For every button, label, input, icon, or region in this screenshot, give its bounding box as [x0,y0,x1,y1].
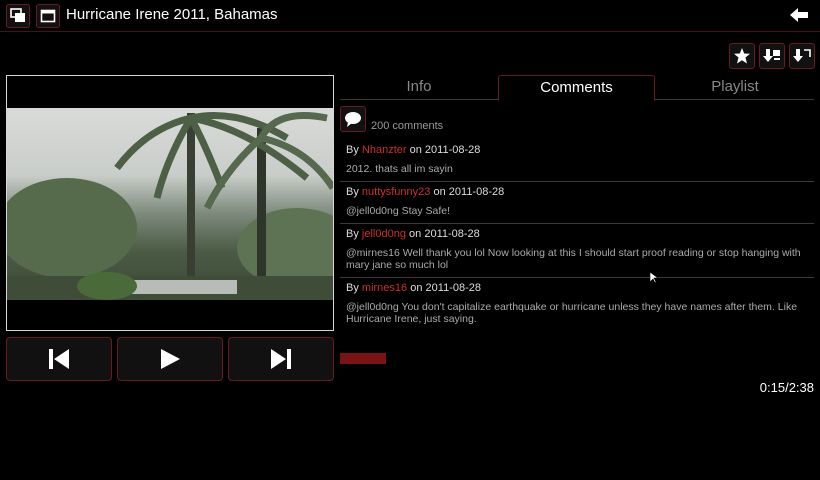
by-label: By [346,144,359,156]
play-button[interactable] [117,337,223,381]
progress-bar[interactable] [340,353,386,364]
speech-bubble-icon [345,112,361,127]
comment-author[interactable]: nuttysfunny23 [362,186,431,198]
next-button[interactable] [228,337,334,381]
window-icon [40,9,56,23]
star-icon [734,48,750,64]
download-button[interactable] [789,43,815,69]
comment-header: By jell0d0ng on 2011-08-28 [346,227,808,241]
tab-comments[interactable]: Comments [498,75,655,101]
on-label: on [410,282,423,294]
download-add-button[interactable] [759,43,785,69]
favorite-button[interactable] [729,43,755,69]
comment-text: @jell0d0ng Stay Safe! [346,205,451,217]
back-arrow-icon [790,8,808,22]
comment-date: 2011-08-28 [425,282,481,294]
download-add-icon [763,49,780,62]
by-label: By [346,228,359,240]
comment-date: 2011-08-28 [424,228,480,240]
tab-bar: Info Comments Playlist [340,75,814,101]
comments-list[interactable]: By Nhanzter on 2011-08-28 2012. thats al… [340,140,814,330]
video-frame [7,108,333,300]
comment-text: 2012. thats all im sayin [346,163,453,175]
comment-header: By Nhanzter on 2011-08-28 [346,143,808,157]
comment-header: By nuttysfunny23 on 2011-08-28 [346,185,808,199]
window-button[interactable] [36,4,60,28]
download-icon [793,49,811,62]
on-label: on [409,144,422,156]
list-item: By jell0d0ng on 2011-08-28 @mirnes16 Wel… [340,224,814,278]
comment-date: 2011-08-28 [424,144,481,156]
back-button[interactable] [788,6,810,24]
list-item: By mirnes16 on 2011-08-28 @jell0d0ng You… [340,278,814,330]
list-item: By nuttysfunny23 on 2011-08-28 @jell0d0n… [340,182,814,224]
windows-button[interactable] [6,4,30,28]
video-player[interactable] [6,75,334,331]
comment-text: @jell0d0ng You don't capitalize earthqua… [346,301,798,325]
comment-author[interactable]: jell0d0ng [362,228,406,240]
tab-playlist[interactable]: Playlist [656,75,814,99]
by-label: By [346,282,359,294]
title-bar: Hurricane Irene 2011, Bahamas [0,0,820,32]
play-icon [161,349,180,369]
comment-author[interactable]: Nhanzter [362,144,407,156]
tab-info[interactable]: Info [340,75,498,99]
previous-icon [49,349,69,369]
playback-time: 0:15/2:38 [759,380,814,395]
mouse-cursor-icon [650,272,658,284]
by-label: By [346,186,359,198]
palm-trees-image [7,112,333,300]
comment-header: By mirnes16 on 2011-08-28 [346,281,808,295]
previous-button[interactable] [6,337,112,381]
on-label: on [433,186,446,198]
comment-button[interactable] [340,106,366,132]
on-label: on [409,228,422,240]
list-item: By Nhanzter on 2011-08-28 2012. thats al… [340,140,814,182]
comment-date: 2011-08-28 [448,186,505,198]
comment-text: @mirnes16 Well thank you lol Now looking… [346,247,801,271]
comment-count: 200 comments [371,120,444,132]
next-icon [271,349,291,369]
windows-icon [10,8,25,22]
comment-author[interactable]: mirnes16 [362,282,407,294]
page-title: Hurricane Irene 2011, Bahamas [66,6,278,23]
